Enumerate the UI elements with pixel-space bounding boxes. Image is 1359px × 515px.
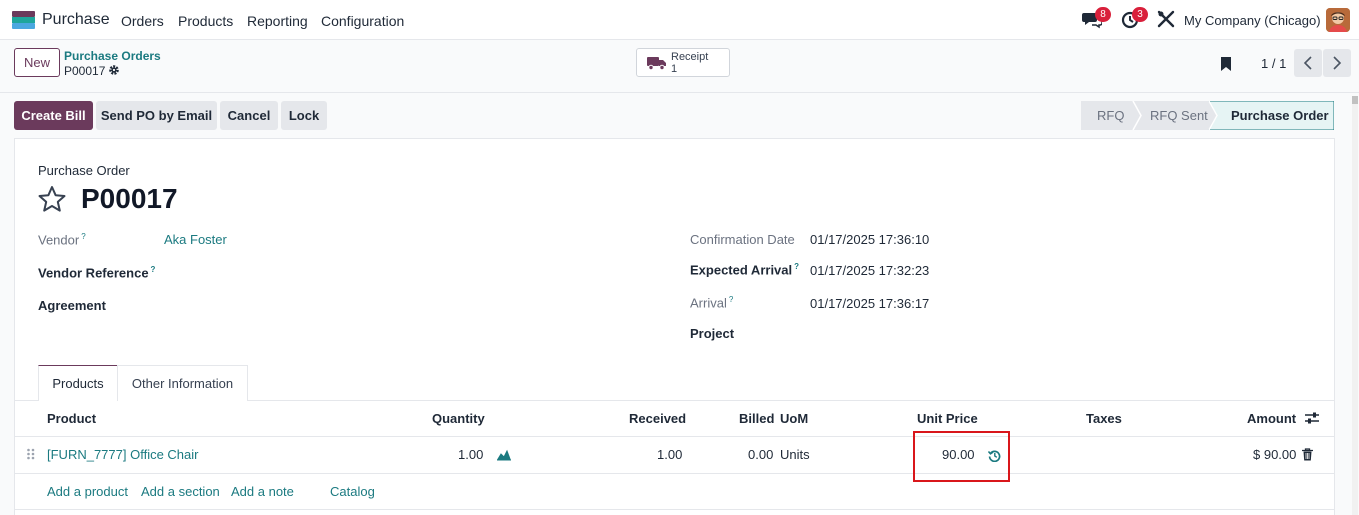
status-rfq[interactable]: RFQ	[1097, 101, 1124, 130]
menu-orders[interactable]: Orders	[121, 13, 164, 29]
vendor-reference-label: Vendor Reference?	[38, 265, 156, 281]
menu-configuration[interactable]: Configuration	[321, 13, 404, 29]
vendor-field[interactable]: Aka Foster	[164, 232, 227, 247]
status-purchase-order[interactable]: Purchase Order	[1231, 101, 1329, 130]
document-type-label: Purchase Order	[38, 163, 130, 178]
cancel-button[interactable]: Cancel	[220, 101, 278, 130]
status-rfq-sent[interactable]: RFQ Sent	[1150, 101, 1208, 130]
truck-icon	[647, 55, 667, 71]
star-icon[interactable]	[37, 185, 67, 213]
column-quantity[interactable]: Quantity	[432, 411, 485, 426]
expected-arrival-label: Expected Arrival?	[690, 262, 800, 278]
column-uom[interactable]: UoM	[780, 411, 808, 426]
line-product[interactable]: [FURN_7777] Office Chair	[47, 447, 199, 462]
smart-button-count: 1	[671, 63, 678, 75]
top-navbar: Purchase Orders Products Reporting Confi…	[0, 0, 1359, 40]
trash-icon[interactable]	[1302, 448, 1313, 461]
pager-next-button[interactable]	[1323, 49, 1351, 77]
arrival-label: Arrival?	[690, 295, 734, 311]
add-product-link[interactable]: Add a product	[47, 484, 128, 499]
drag-handle-icon[interactable]	[26, 448, 36, 460]
confirmation-date-label: Confirmation Date	[690, 232, 795, 247]
menu-products[interactable]: Products	[178, 13, 233, 29]
confirmation-date-field[interactable]: 01/17/2025 17:36:10	[810, 232, 929, 247]
add-section-link[interactable]: Add a section	[141, 484, 220, 499]
user-avatar[interactable]	[1326, 8, 1350, 32]
column-billed[interactable]: Billed	[739, 411, 774, 426]
column-settings-icon[interactable]	[1304, 411, 1320, 425]
record-title: P00017	[81, 183, 178, 214]
menu-reporting[interactable]: Reporting	[247, 13, 308, 29]
add-note-link[interactable]: Add a note	[231, 484, 294, 499]
activities-badge: 3	[1132, 7, 1148, 22]
purchase-app-icon[interactable]	[12, 11, 35, 29]
pager-previous-button[interactable]	[1294, 49, 1322, 77]
forecast-chart-icon[interactable]	[496, 449, 512, 461]
column-taxes[interactable]: Taxes	[1086, 411, 1122, 426]
breadcrumb-record-name: P00017	[64, 64, 106, 78]
arrival-field[interactable]: 01/17/2025 17:36:17	[810, 296, 929, 311]
chevron-left-icon	[1303, 56, 1312, 70]
column-received[interactable]: Received	[629, 411, 686, 426]
bookmark-icon[interactable]	[1220, 56, 1232, 72]
control-panel-divider	[0, 92, 1359, 93]
expected-arrival-field[interactable]: 01/17/2025 17:32:23	[810, 263, 929, 278]
scrollbar-track[interactable]	[1352, 96, 1358, 515]
column-amount[interactable]: Amount	[1247, 411, 1296, 426]
unit-price-highlight	[913, 431, 1010, 482]
gear-icon[interactable]	[108, 64, 120, 76]
create-bill-button[interactable]: Create Bill	[14, 101, 93, 130]
catalog-link[interactable]: Catalog	[330, 484, 375, 499]
new-button[interactable]: New	[14, 48, 60, 77]
scrollbar-thumb[interactable]	[1352, 96, 1358, 104]
pager-value[interactable]: 1 / 1	[1261, 56, 1286, 71]
tab-products[interactable]: Products	[38, 365, 118, 401]
smart-button-label: Receipt	[671, 51, 709, 63]
column-product[interactable]: Product	[47, 411, 96, 426]
header-divider	[15, 436, 1334, 437]
company-switcher[interactable]: My Company (Chicago)	[1184, 13, 1321, 28]
line-uom[interactable]: Units	[780, 447, 810, 462]
receipt-smart-button[interactable]: Receipt 1	[636, 48, 730, 77]
tools-icon[interactable]	[1157, 10, 1179, 32]
line-amount: $ 90.00	[1253, 447, 1297, 462]
send-po-by-email-button[interactable]: Send PO by Email	[96, 101, 217, 130]
chevron-right-icon	[1333, 56, 1342, 70]
row-divider	[15, 473, 1334, 474]
line-received[interactable]: 1.00	[657, 447, 682, 462]
footer-divider	[15, 509, 1334, 510]
status-bar: RFQ RFQ Sent Purchase Order	[1081, 101, 1334, 130]
agreement-label: Agreement	[38, 298, 106, 313]
project-label: Project	[690, 326, 735, 341]
tab-other-information[interactable]: Other Information	[117, 365, 248, 401]
column-unit-price[interactable]: Unit Price	[917, 411, 978, 426]
app-name[interactable]: Purchase	[42, 11, 110, 29]
form-sheet: Purchase Order P00017 Vendor? Aka Foster…	[14, 138, 1335, 515]
breadcrumb-purchase-orders[interactable]: Purchase Orders	[64, 49, 161, 63]
vendor-label: Vendor?	[38, 232, 86, 248]
line-billed: 0.00	[748, 447, 774, 462]
messages-badge: 8	[1095, 7, 1111, 22]
lock-button[interactable]: Lock	[281, 101, 327, 130]
line-quantity[interactable]: 1.00	[458, 447, 483, 462]
